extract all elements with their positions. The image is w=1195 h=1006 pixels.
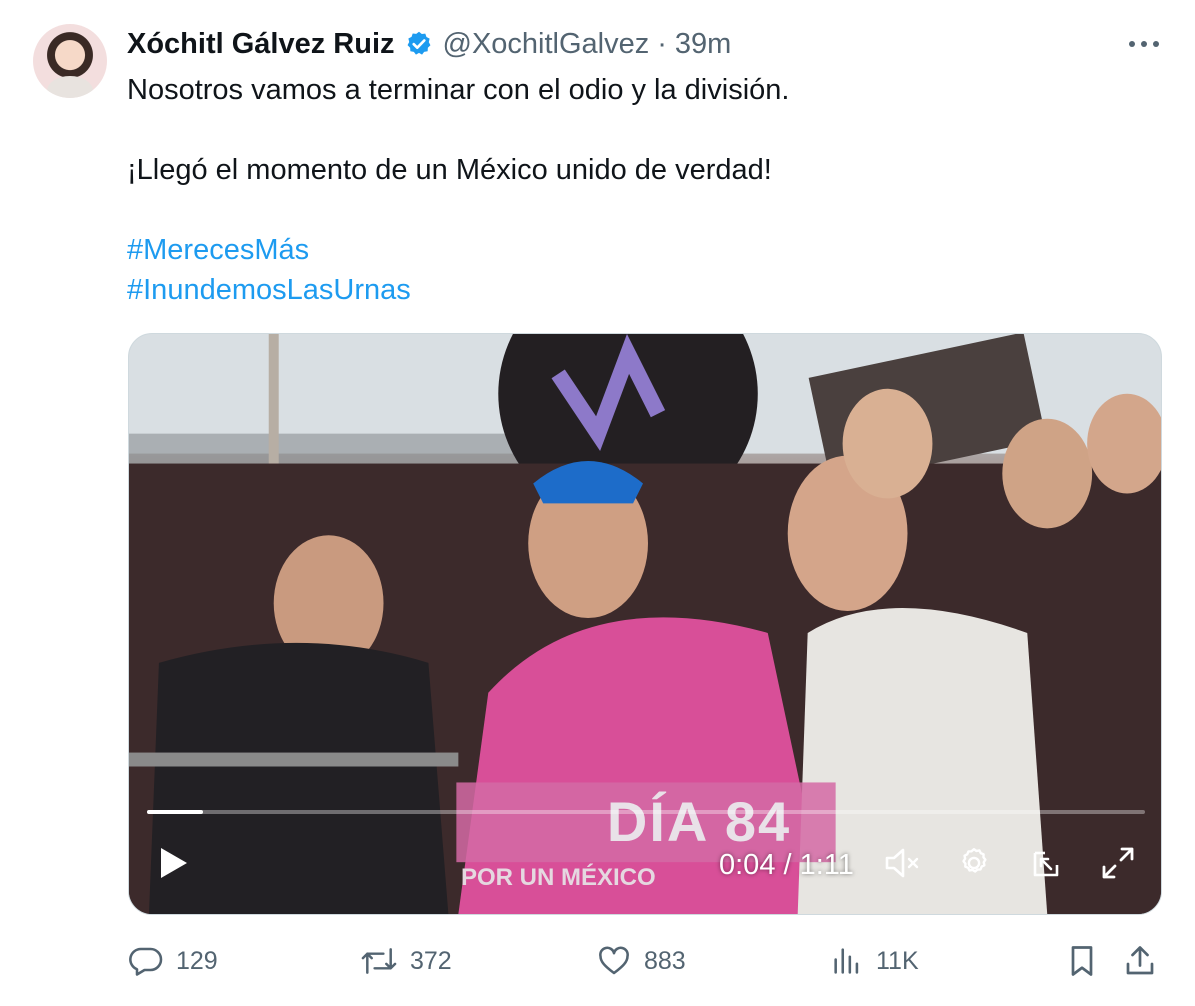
like-count: 883	[644, 946, 686, 975]
tweet-text-line: Nosotros vamos a terminar con el odio y …	[127, 74, 790, 106]
video-progress-fill	[147, 810, 203, 814]
tweet-text-line: ¡Llegó el momento de un México unido de …	[127, 154, 772, 186]
tweet-text: Nosotros vamos a terminar con el odio y …	[127, 70, 1157, 310]
fullscreen-icon[interactable]	[1093, 840, 1143, 886]
share-icon	[1126, 946, 1154, 975]
repost-button[interactable]: 372	[360, 938, 452, 984]
reply-button[interactable]: 129	[128, 938, 218, 984]
hashtag-link[interactable]: #InundemosLasUrnas	[127, 270, 1157, 310]
verified-badge-icon	[407, 31, 430, 55]
picture-in-picture-icon[interactable]	[1022, 840, 1072, 886]
reply-icon	[129, 947, 163, 976]
gear-icon[interactable]	[949, 840, 999, 886]
video-progress-bar[interactable]	[147, 810, 1145, 814]
like-button[interactable]: 883	[596, 938, 686, 984]
heart-icon	[599, 946, 629, 975]
video-overlay-subtitle: POR UN MÉXICO	[461, 864, 656, 891]
tweet-actions: 129 372 883 11K	[128, 938, 1162, 984]
views-button[interactable]: 11K	[830, 938, 919, 984]
repost-count: 372	[410, 946, 452, 975]
video-overlay-title: DÍA 84	[606, 790, 792, 853]
views-count: 11K	[876, 946, 919, 975]
separator-dot: ·	[657, 27, 667, 60]
author-name[interactable]: Xóchitl Gálvez Ruiz	[127, 28, 395, 61]
share-button[interactable]	[1122, 938, 1158, 984]
reply-count: 129	[176, 946, 218, 975]
bookmark-icon	[1071, 946, 1093, 976]
bookmark-button[interactable]	[1064, 938, 1100, 984]
avatar[interactable]	[33, 24, 107, 98]
views-icon	[834, 948, 859, 974]
tweet-header: Xóchitl Gálvez Ruiz @XochitlGalvez · 39m	[127, 24, 731, 64]
hashtag-link[interactable]: #MerecesMás	[127, 230, 1157, 270]
author-handle[interactable]: @XochitlGalvez	[443, 28, 650, 61]
more-icon[interactable]	[1124, 26, 1164, 62]
video-player[interactable]: DÍA 84 POR UN MÉXICO 0:04 / 1:11	[128, 333, 1162, 915]
repost-icon	[361, 948, 397, 974]
video-time: 0:04 / 1:11	[719, 849, 854, 881]
mute-icon[interactable]	[877, 840, 927, 886]
play-icon[interactable]	[149, 840, 199, 886]
timestamp[interactable]: 39m	[675, 28, 731, 61]
